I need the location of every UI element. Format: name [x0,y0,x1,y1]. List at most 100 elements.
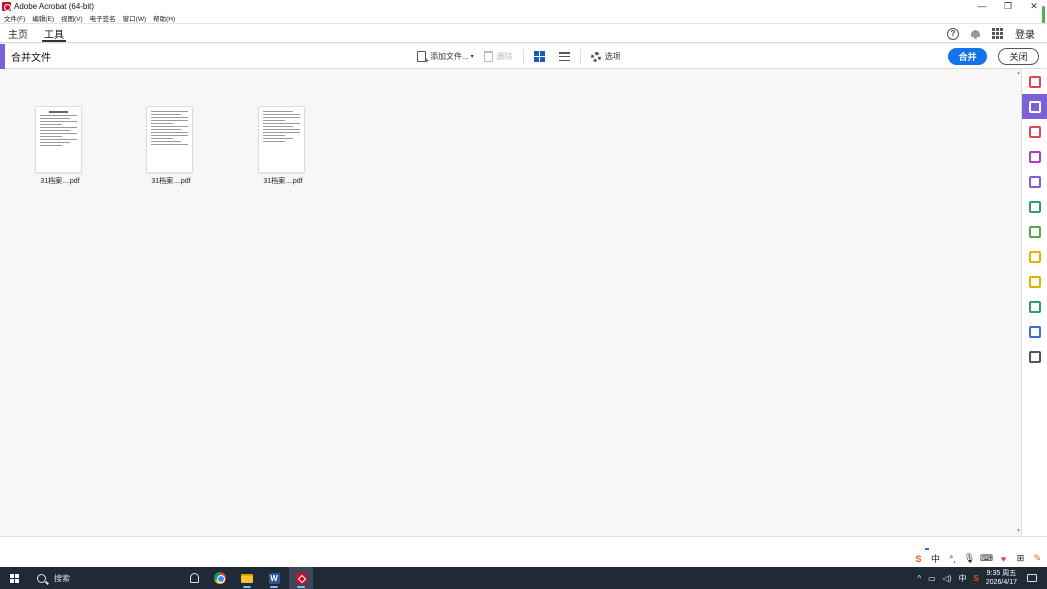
chevron-down-icon: ▾ [470,54,474,60]
rail-tool-export-pdf[interactable] [1022,69,1047,94]
request-signature-icon [1029,150,1041,163]
tray-language[interactable]: 中 [959,573,967,584]
rail-tool-fill-sign[interactable] [1022,169,1047,194]
microphone-icon[interactable]: 🎙 [964,553,975,564]
file-item[interactable]: 31档案....pdf [253,106,313,186]
taskbar-explorer[interactable] [235,567,259,589]
list-view-icon[interactable] [558,52,570,61]
nav-row: 主页 工具 ? 登录 [0,23,1047,43]
organize-pages-icon [1029,125,1041,138]
file-thumbnail [146,106,193,173]
chrome-icon [214,572,226,584]
ime-indicator [925,548,929,550]
edit-pdf-icon [1029,200,1041,213]
thumbnail-view-icon[interactable] [533,51,545,62]
taskbar-word[interactable]: W [262,567,286,589]
gear-icon [590,51,601,62]
acrobat-icon [295,572,307,584]
rail-tool-organize-pages[interactable] [1022,119,1047,144]
comment-icon [1029,275,1041,288]
folder-icon [241,573,253,583]
rail-tool-request-signature[interactable] [1022,144,1047,169]
rail-tool-combine-files[interactable] [1022,94,1047,119]
taskbar-chrome[interactable] [208,567,232,589]
window-controls: — ❐ ✕ [969,0,1047,12]
ime-toolbar: S 中 °, 🎙 ⌨ ♥ ⊞ ✎ [913,551,1043,566]
tray-overflow-icon[interactable]: ^ [917,574,921,583]
rail-tool-create-pdf[interactable] [1022,219,1047,244]
keyboard-icon[interactable]: ⌨ [980,553,993,564]
toolbar-divider [579,49,581,64]
add-file-icon [417,51,429,65]
menu-edit[interactable]: 编辑(E) [32,13,54,23]
combine-toolbar: 合并文件 添加文件... ▾ 删除 选项 合并 关闭 [0,43,1047,69]
close-tool-button[interactable]: 关闭 [998,48,1039,65]
combine-files-icon [1029,100,1041,113]
sogou-ime-icon[interactable]: S [913,553,924,564]
skin-icon[interactable]: ♥ [998,553,1009,564]
tool-accent-bar [0,43,5,69]
merge-button[interactable]: 合并 [948,48,987,65]
options-button[interactable]: 选项 [590,51,621,62]
taskbar-search-label: 搜索 [54,573,70,583]
taskbar-clock[interactable]: 9:35 周五 2026/4/17 [986,569,1017,587]
fill-sign-icon [1029,175,1041,188]
apps-grid-icon[interactable] [992,28,1003,39]
nav-right-actions: ? 登录 [947,24,1035,43]
tray-sogou-icon[interactable]: S [974,574,979,583]
rail-tool-edit-pdf[interactable] [1022,194,1047,219]
add-files-button[interactable]: 添加文件... ▾ [417,51,474,65]
rail-tool-more-tools[interactable] [1022,344,1047,369]
bottom-strip: S 中 °, 🎙 ⌨ ♥ ⊞ ✎ [0,536,1047,567]
options-label: 选项 [604,52,621,61]
windows-start-icon[interactable] [10,573,19,583]
widgets-icon [189,573,199,583]
toolbar-divider [522,49,524,64]
menu-file[interactable]: 文件(F) [4,13,25,23]
taskbar-acrobat[interactable] [289,567,313,589]
ime-grid-icon[interactable]: ⊞ [1015,553,1026,564]
menu-view[interactable]: 视图(V) [61,13,83,23]
clock-time: 9:35 周五 [986,570,1017,577]
create-pdf-icon [1029,225,1041,238]
title-bar: Adobe Acrobat (64-bit) — ❐ ✕ [0,0,1047,12]
more-tools-icon [1029,350,1041,363]
clock-date: 2026/4/17 [985,579,1017,586]
file-name: 31档案....pdf [263,178,303,185]
rail-tool-print-production[interactable] [1022,294,1047,319]
signin-link[interactable]: 登录 [1015,26,1035,41]
rail-tool-comment[interactable] [1022,269,1047,294]
bell-icon[interactable] [971,29,980,39]
ime-language[interactable]: 中 [930,553,941,564]
rail-tool-protect[interactable] [1022,319,1047,344]
tab-home[interactable]: 主页 [0,24,36,43]
acrobat-logo-icon [2,1,11,11]
help-icon[interactable]: ? [947,27,959,40]
system-tray: ^ ▭ ◁) 中 S 9:35 周五 2026/4/17 [917,567,1047,589]
restore-button[interactable]: ❐ [995,0,1021,12]
print-production-icon [1029,300,1041,313]
volume-icon[interactable]: ◁) [943,574,952,583]
notification-icon[interactable] [1027,574,1037,582]
menu-esign[interactable]: 电子签名 [90,13,116,23]
window-title: Adobe Acrobat (64-bit) [14,1,95,11]
taskbar-widgets[interactable] [182,567,206,589]
file-item[interactable]: 31档案....pdf [30,106,90,186]
ime-punctuation-icon[interactable]: °, [947,553,958,564]
delete-label: 删除 [496,52,513,61]
network-icon[interactable]: ▭ [928,574,936,583]
tab-tools[interactable]: 工具 [36,24,72,43]
ime-extra-icon[interactable]: ✎ [1032,553,1043,564]
file-thumbnail [258,106,305,173]
rail-tool-send-review[interactable] [1022,244,1047,269]
file-item[interactable]: 31档案....pdf [141,106,201,186]
minimize-button[interactable]: — [969,0,995,12]
menu-window[interactable]: 窗口(W) [123,13,146,23]
delete-button[interactable]: 删除 [483,51,513,62]
taskbar-search[interactable]: 搜索 [37,573,70,584]
file-name: 31档案....pdf [151,178,191,185]
menu-help[interactable]: 帮助(H) [153,13,175,23]
file-thumbnail [35,106,82,173]
file-name: 31档案....pdf [40,178,80,185]
tool-title: 合并文件 [11,52,51,64]
